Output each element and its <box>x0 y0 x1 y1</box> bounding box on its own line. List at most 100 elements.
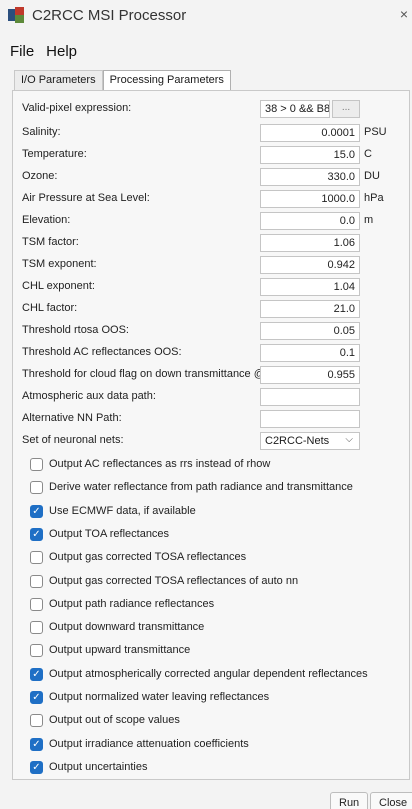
valid-pixel-input[interactable]: 38 > 0 && B8 < 0.1 <box>260 100 330 118</box>
tsm-exponent-input[interactable]: 0.942 <box>260 256 360 274</box>
ozone-input[interactable]: 330.0 <box>260 168 360 186</box>
param-row-ozone: Ozone: 330.0 DU <box>22 168 410 186</box>
output-checkbox-row[interactable]: Output gas corrected TOSA reflectances <box>30 549 246 565</box>
chl-exponent-input[interactable]: 1.04 <box>260 278 360 296</box>
menu-bar: File Help <box>0 38 412 64</box>
checkbox-label: Output gas corrected TOSA reflectances o… <box>49 575 299 587</box>
checkbox-label: Output atmospherically corrected angular… <box>49 668 368 680</box>
air-pressure-input[interactable]: 1000.0 <box>260 190 360 208</box>
elevation-label: Elevation: <box>22 214 71 226</box>
tab-processing-parameters[interactable]: Processing Parameters <box>102 70 231 90</box>
neural-nets-select[interactable]: C2RCC-Nets ⌵ <box>260 432 360 450</box>
close-button[interactable]: Close <box>370 792 412 809</box>
param-row-temperature: Temperature: 15.0 C <box>22 146 410 164</box>
tsm-factor-input[interactable]: 1.06 <box>260 234 360 252</box>
output-checkbox-row[interactable]: Output gas corrected TOSA reflectances o… <box>30 573 298 589</box>
output-checkbox-row[interactable]: Output out of scope values <box>30 712 180 728</box>
elevation-input[interactable]: 0.0 <box>260 212 360 230</box>
checkbox-checked-icon[interactable]: ✓ <box>30 690 43 704</box>
salinity-unit: PSU <box>364 126 387 138</box>
param-row-neural-nets: Set of neuronal nets: C2RCC-Nets ⌵ <box>22 432 410 450</box>
param-row-chl-factor: CHL factor: 21.0 <box>22 300 410 318</box>
temperature-label: Temperature: <box>22 148 87 160</box>
tab-io-parameters[interactable]: I/O Parameters <box>14 70 103 90</box>
checkbox-label: Output downward transmittance <box>49 621 205 633</box>
output-checkbox-row[interactable]: ✓ Output TOA reflectances <box>30 526 169 542</box>
checkbox-label: Output path radiance reflectances <box>49 598 215 610</box>
threshold-cloud-label: Threshold for cloud flag on down transmi… <box>22 368 287 380</box>
checkbox-unchecked-icon[interactable] <box>30 457 43 471</box>
app-icon <box>8 7 24 23</box>
param-row-chl-exponent: CHL exponent: 1.04 <box>22 278 410 296</box>
valid-pixel-label: Valid-pixel expression: <box>22 102 132 114</box>
output-checkbox-row[interactable]: Output downward transmittance <box>30 619 204 635</box>
menu-file[interactable]: File <box>8 43 36 60</box>
checkbox-unchecked-icon[interactable] <box>30 620 43 634</box>
checkbox-checked-icon[interactable]: ✓ <box>30 737 43 751</box>
checkbox-unchecked-icon[interactable] <box>30 550 43 564</box>
checkbox-unchecked-icon[interactable] <box>30 597 43 611</box>
title-bar: C2RCC MSI Processor × <box>0 0 412 30</box>
temperature-input[interactable]: 15.0 <box>260 146 360 164</box>
chl-factor-label: CHL factor: <box>22 302 78 314</box>
output-checkbox-row[interactable]: ✓ Output atmospherically corrected angula… <box>30 666 368 682</box>
salinity-input[interactable]: 0.0001 <box>260 124 360 142</box>
param-row-alt-nn: Alternative NN Path: <box>22 410 410 428</box>
output-checkbox-row[interactable]: Output path radiance reflectances <box>30 596 214 612</box>
chl-factor-input[interactable]: 21.0 <box>260 300 360 318</box>
checkbox-label: Derive water reflectance from path radia… <box>49 481 353 493</box>
output-checkbox-row[interactable]: Derive water reflectance from path radia… <box>30 479 353 495</box>
chevron-down-icon: ⌵ <box>345 434 353 445</box>
checkbox-label: Output upward transmittance <box>49 644 191 656</box>
checkbox-checked-icon[interactable]: ✓ <box>30 667 43 681</box>
air-pressure-unit: hPa <box>364 192 384 204</box>
alt-nn-input[interactable] <box>260 410 360 428</box>
chl-exponent-label: CHL exponent: <box>22 280 95 292</box>
param-row-threshold-cloud: Threshold for cloud flag on down transmi… <box>22 366 410 384</box>
temperature-unit: C <box>364 148 372 160</box>
neural-nets-label: Set of neuronal nets: <box>22 434 124 446</box>
output-checkbox-row[interactable]: Output upward transmittance <box>30 642 190 658</box>
alt-nn-label: Alternative NN Path: <box>22 412 122 424</box>
menu-help[interactable]: Help <box>44 43 79 60</box>
threshold-rtosa-label: Threshold rtosa OOS: <box>22 324 129 336</box>
checkbox-label: Output uncertainties <box>49 761 148 773</box>
checkbox-unchecked-icon[interactable] <box>30 643 43 657</box>
window-title: C2RCC MSI Processor <box>32 6 187 24</box>
threshold-ac-label: Threshold AC reflectances OOS: <box>22 346 182 358</box>
valid-pixel-edit-button[interactable]: ... <box>332 100 360 118</box>
param-row-threshold-ac: Threshold AC reflectances OOS: 0.1 <box>22 344 410 362</box>
atmo-aux-input[interactable] <box>260 388 360 406</box>
checkbox-checked-icon[interactable]: ✓ <box>30 504 43 518</box>
elevation-unit: m <box>364 214 374 226</box>
checkbox-checked-icon[interactable]: ✓ <box>30 760 43 774</box>
param-row-salinity: Salinity: 0.0001 PSU <box>22 124 410 142</box>
threshold-ac-input[interactable]: 0.1 <box>260 344 360 362</box>
tsm-factor-label: TSM factor: <box>22 236 79 248</box>
output-checkbox-row[interactable]: Output AC reflectances as rrs instead of… <box>30 456 270 472</box>
checkbox-label: Use ECMWF data, if available <box>49 505 196 517</box>
output-checkbox-row[interactable]: ✓ Output uncertainties <box>30 759 147 775</box>
checkbox-label: Output irradiance attenuation coefficien… <box>49 738 249 750</box>
close-window-icon[interactable]: × <box>400 6 408 22</box>
threshold-cloud-input[interactable]: 0.955 <box>260 366 360 384</box>
param-row-air-pressure: Air Pressure at Sea Level: 1000.0 hPa <box>22 190 410 208</box>
output-checkbox-row[interactable]: ✓ Output normalized water leaving reflect… <box>30 689 269 705</box>
checkbox-unchecked-icon[interactable] <box>30 480 43 494</box>
param-row-atmo-aux: Atmospheric aux data path: <box>22 388 410 406</box>
param-row-elevation: Elevation: 0.0 m <box>22 212 410 230</box>
checkbox-unchecked-icon[interactable] <box>30 713 43 727</box>
checkbox-label: Output out of scope values <box>49 714 180 726</box>
threshold-rtosa-input[interactable]: 0.05 <box>260 322 360 340</box>
ozone-unit: DU <box>364 170 380 182</box>
run-button[interactable]: Run <box>330 792 369 809</box>
checkbox-checked-icon[interactable]: ✓ <box>30 527 43 541</box>
output-checkbox-row[interactable]: ✓ Use ECMWF data, if available <box>30 503 196 519</box>
output-checkbox-row[interactable]: ✓ Output irradiance attenuation coefficie… <box>30 736 249 752</box>
checkbox-unchecked-icon[interactable] <box>30 574 43 588</box>
atmo-aux-label: Atmospheric aux data path: <box>22 390 156 402</box>
checkbox-label: Output AC reflectances as rrs instead of… <box>49 458 271 470</box>
tab-bar: I/O Parameters Processing Parameters <box>14 70 231 90</box>
checkbox-label: Output TOA reflectances <box>49 528 170 540</box>
checkbox-label: Output normalized water leaving reflecta… <box>49 691 270 703</box>
